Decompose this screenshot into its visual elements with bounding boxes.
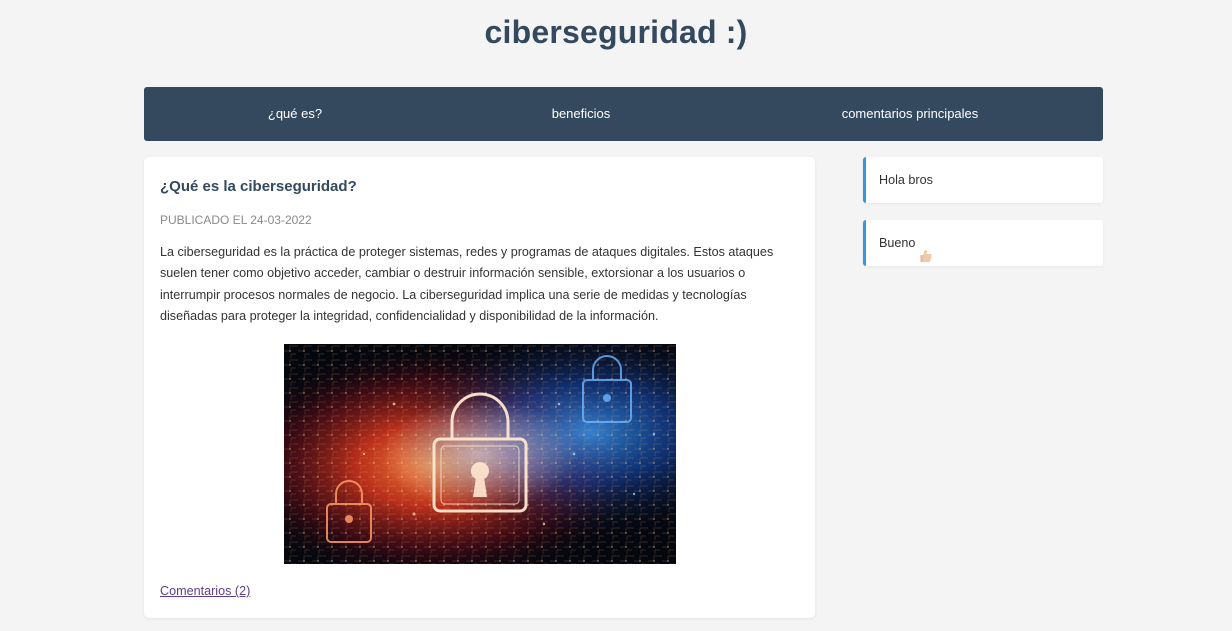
comments-link[interactable]: Comentarios (2) [160, 584, 250, 598]
article-card: ¿Qué es la ciberseguridad? PUBLICADO EL … [144, 157, 815, 618]
article-date: PUBLICADO EL 24-03-2022 [160, 213, 312, 227]
comment-text: Hola bros [879, 173, 933, 187]
nav-item-beneficios[interactable]: beneficios [446, 87, 716, 141]
site-title: ciberseguridad :) [484, 14, 748, 50]
comment-text: Bueno [879, 236, 916, 250]
sidebar-comment: Hola bros [863, 157, 1103, 203]
article-title: ¿Qué es la ciberseguridad? [160, 178, 357, 195]
article-body: La ciberseguridad es la práctica de prot… [160, 245, 774, 324]
thumbs-up-icon [920, 236, 933, 262]
main-nav: ¿qué es? beneficios comentarios principa… [144, 87, 1103, 141]
sidebar-comment: Bueno [863, 220, 1103, 266]
comment-text-wrap: Bueno [879, 220, 933, 266]
padlock-circuit-image [284, 344, 676, 564]
nav-item-comentarios-principales[interactable]: comentarios principales [764, 87, 1056, 141]
nav-item-que-es[interactable]: ¿qué es? [144, 87, 446, 141]
